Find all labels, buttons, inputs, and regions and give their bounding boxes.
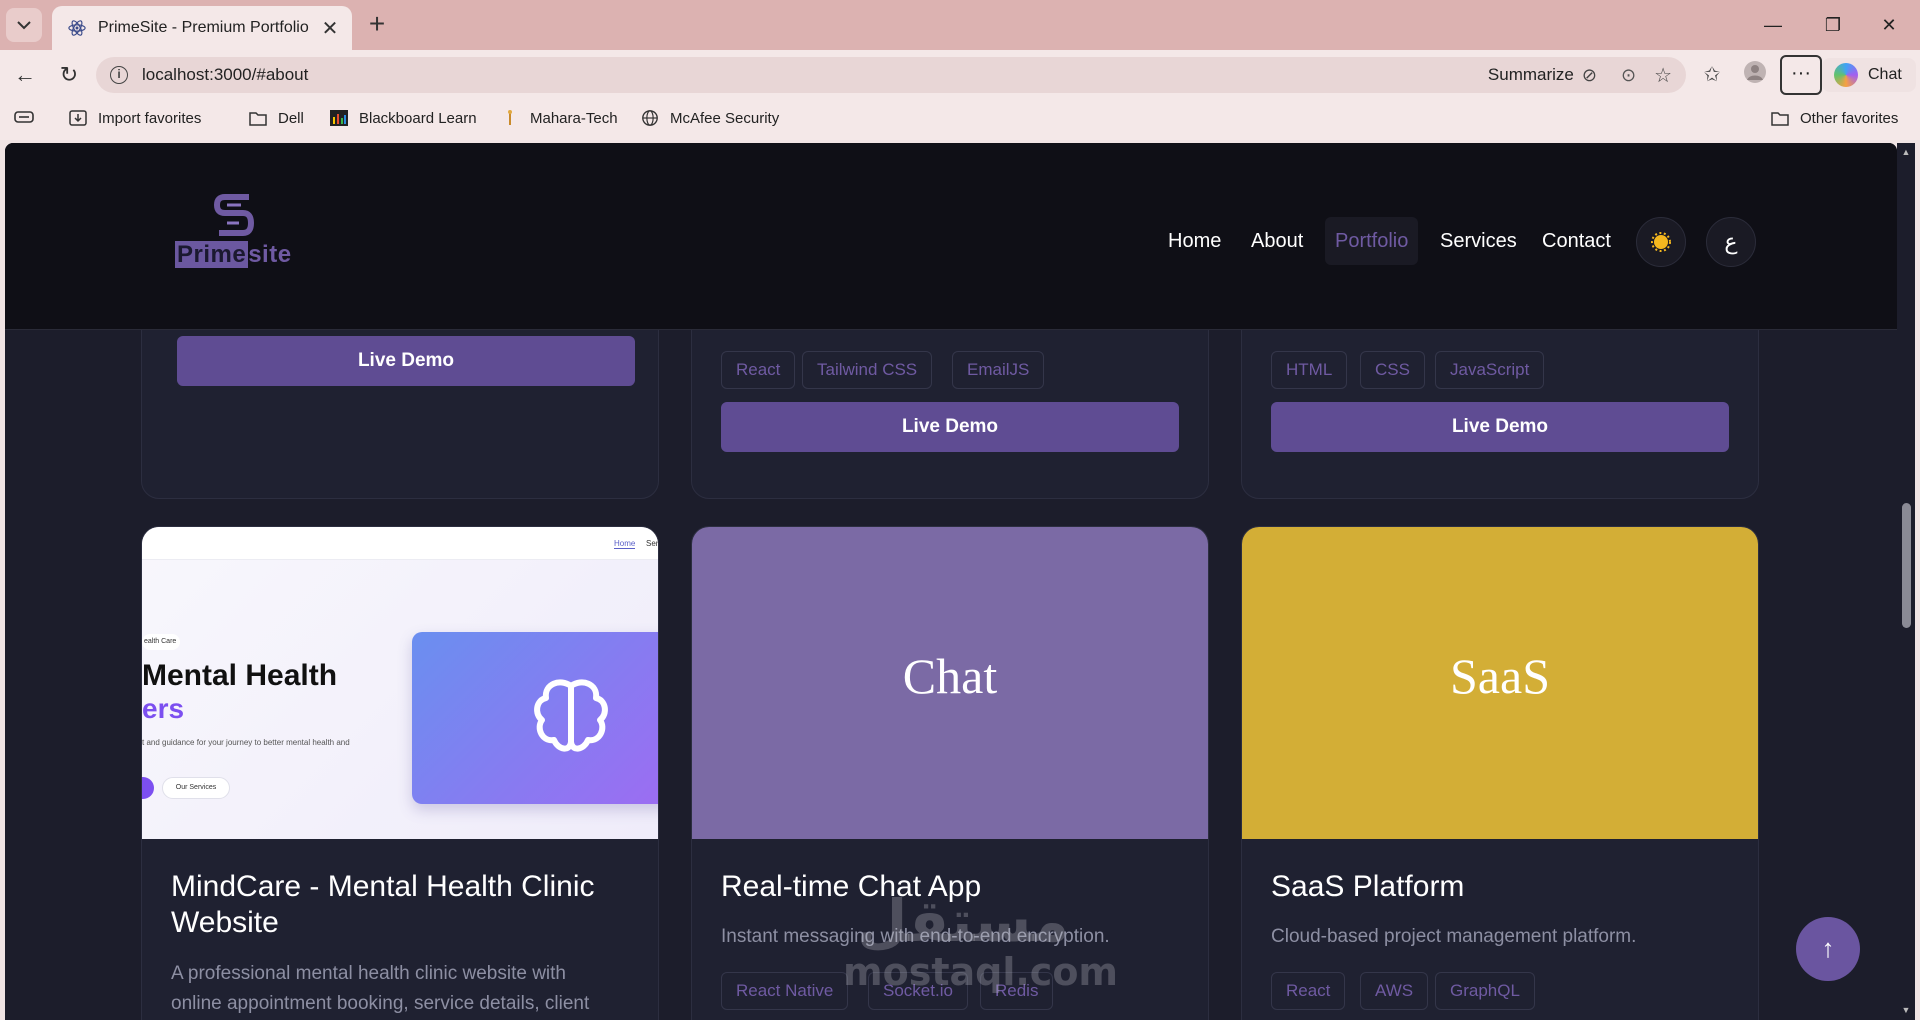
project-title: MindCare - Mental Health Clinic Website [171, 870, 595, 939]
tech-tag: React Native [721, 972, 849, 1010]
tech-tag: CSS [1360, 351, 1425, 389]
restore-icon[interactable]: ❐ [1810, 10, 1856, 40]
other-favorites[interactable]: Other favorites [1770, 109, 1898, 127]
logo-mark-icon [214, 194, 254, 236]
project-description: Cloud-based project management platform. [1271, 926, 1637, 947]
tab-list-button[interactable] [6, 8, 42, 42]
back-arrow-icon[interactable]: ← [8, 58, 42, 92]
profile-avatar-icon[interactable] [1740, 60, 1770, 90]
preview-nav-next: Serv [646, 539, 659, 548]
favorite-import[interactable]: Import favorites [68, 109, 201, 127]
language-toggle-button[interactable]: ع [1706, 217, 1756, 267]
tech-tag: EmailJS [952, 351, 1045, 389]
favorite-star-icon[interactable]: ☆ [1654, 63, 1672, 88]
preview-hero-card [412, 632, 658, 804]
page-scrollbar[interactable]: ▲ ▼ [1897, 143, 1915, 1020]
project-description: A professional mental health clinic webs… [171, 963, 590, 1014]
live-demo-button[interactable]: Live Demo [1271, 402, 1729, 452]
favorite-label: Mahara-Tech [530, 109, 618, 127]
project-card-mindcare[interactable]: Home Serv ealth Care Mental Health ers t… [141, 526, 659, 1020]
preview-headline: Mental Health [142, 659, 338, 692]
tab-title: PrimeSite - Premium Portfolio [98, 19, 309, 36]
favorite-blackboard[interactable]: Blackboard Learn [329, 109, 477, 127]
favorite-label: McAfee Security [670, 109, 780, 127]
site-info-icon[interactable]: i [110, 66, 128, 84]
more-options-button[interactable]: ··· [1780, 55, 1822, 95]
favorite-mahara[interactable]: Mahara-Tech [500, 109, 618, 127]
tech-tag: GraphQL [1435, 972, 1535, 1010]
preview-subtext: t and guidance for your journey to bette… [142, 738, 350, 747]
sun-icon [1651, 232, 1671, 252]
summarize-icon[interactable]: ⊘ [1582, 65, 1597, 86]
new-tab-button[interactable]: + [362, 10, 392, 40]
folder-icon [1771, 112, 1789, 126]
favorite-label: Blackboard Learn [359, 109, 477, 127]
chat-image-text: Chat [902, 648, 998, 704]
react-favicon-icon [68, 20, 86, 36]
logo-wordmark: Primesite [175, 241, 292, 268]
tech-tag: React [721, 351, 796, 389]
copilot-icon [1834, 63, 1858, 87]
blackboard-icon [330, 110, 348, 126]
mostaql-watermark: مستقل mostaql.com [843, 887, 1119, 994]
favorite-mcafee[interactable]: McAfee Security [640, 109, 779, 127]
chat-preview-image: Chat [692, 527, 1208, 839]
site-header: Primesite Home About Portfolio Services … [5, 143, 1897, 330]
reload-icon[interactable]: ↻ [52, 58, 86, 92]
read-aloud-icon[interactable]: ⊙ [1621, 65, 1636, 86]
scroll-to-top-button[interactable]: ↑ [1796, 917, 1860, 981]
favorite-label: Dell [278, 109, 304, 127]
scroll-down-arrow-icon[interactable]: ▼ [1901, 1005, 1911, 1015]
favorite-dell[interactable]: Dell [248, 109, 304, 127]
copilot-chat-button[interactable]: Chat [1822, 58, 1916, 92]
favorite-label: Import favorites [98, 109, 202, 127]
folder-icon [249, 112, 267, 126]
saas-image-text: SaaS [1450, 648, 1550, 704]
nav-portfolio[interactable]: Portfolio [1325, 217, 1419, 265]
close-window-icon[interactable]: ✕ [1866, 10, 1912, 40]
tech-tag: JavaScript [1435, 351, 1545, 389]
minimize-icon[interactable]: — [1750, 10, 1796, 40]
chat-label: Chat [1868, 66, 1902, 83]
preview-services-button: Our Services [162, 777, 230, 799]
project-card-saas[interactable]: SaaS SaaS Platform Cloud-based project m… [1241, 526, 1759, 1020]
chevron-down-icon [17, 21, 31, 30]
browser-tab-bar: PrimeSite - Premium Portfolio ✕ + — ❐ ✕ [0, 0, 1920, 50]
address-bar[interactable]: i localhost:3000/#about Summarize ⊘ ⊙ ☆ [96, 57, 1686, 93]
tech-tag: AWS [1360, 972, 1429, 1010]
project-title: SaaS Platform [1271, 870, 1465, 903]
saas-preview-image: SaaS [1242, 527, 1758, 839]
url-text[interactable]: localhost:3000/#about [142, 65, 1488, 85]
page-viewport: Primesite Home About Portfolio Services … [5, 143, 1897, 1020]
live-demo-button[interactable]: Live Demo [721, 402, 1179, 452]
tech-tag: React [1271, 972, 1346, 1010]
site-logo[interactable]: Primesite [175, 191, 305, 279]
scroll-up-arrow-icon[interactable]: ▲ [1901, 147, 1911, 157]
scrollbar-thumb[interactable] [1902, 503, 1911, 628]
collections-icon[interactable] [14, 109, 34, 125]
nav-home[interactable]: Home [1168, 217, 1221, 265]
tech-tag: Tailwind CSS [802, 351, 933, 389]
globe-icon [642, 110, 658, 126]
brain-icon [534, 679, 608, 752]
preview-primary-cta [142, 777, 154, 799]
preview-nav-home: Home [614, 539, 636, 549]
summarize-label[interactable]: Summarize [1488, 65, 1574, 85]
theme-toggle-button[interactable] [1636, 217, 1686, 267]
preview-navbar: Home Serv [142, 527, 658, 560]
live-demo-button[interactable]: Live Demo [177, 336, 635, 386]
import-icon [69, 110, 87, 126]
close-tab-icon[interactable]: ✕ [318, 16, 342, 41]
mindcare-preview-image: Home Serv ealth Care Mental Health ers t… [142, 527, 658, 839]
nav-services[interactable]: Services [1440, 217, 1517, 265]
nav-contact[interactable]: Contact [1542, 217, 1611, 265]
active-tab[interactable]: PrimeSite - Premium Portfolio ✕ [52, 6, 352, 50]
favorites-icon[interactable]: ✩ [1697, 60, 1727, 90]
other-favorites-label: Other favorites [1800, 109, 1899, 127]
tech-tag: HTML [1271, 351, 1348, 389]
preview-badge: ealth Care [142, 634, 180, 650]
nav-about[interactable]: About [1251, 217, 1303, 265]
mahara-icon [508, 110, 512, 125]
preview-headline-accent: ers [142, 693, 185, 724]
